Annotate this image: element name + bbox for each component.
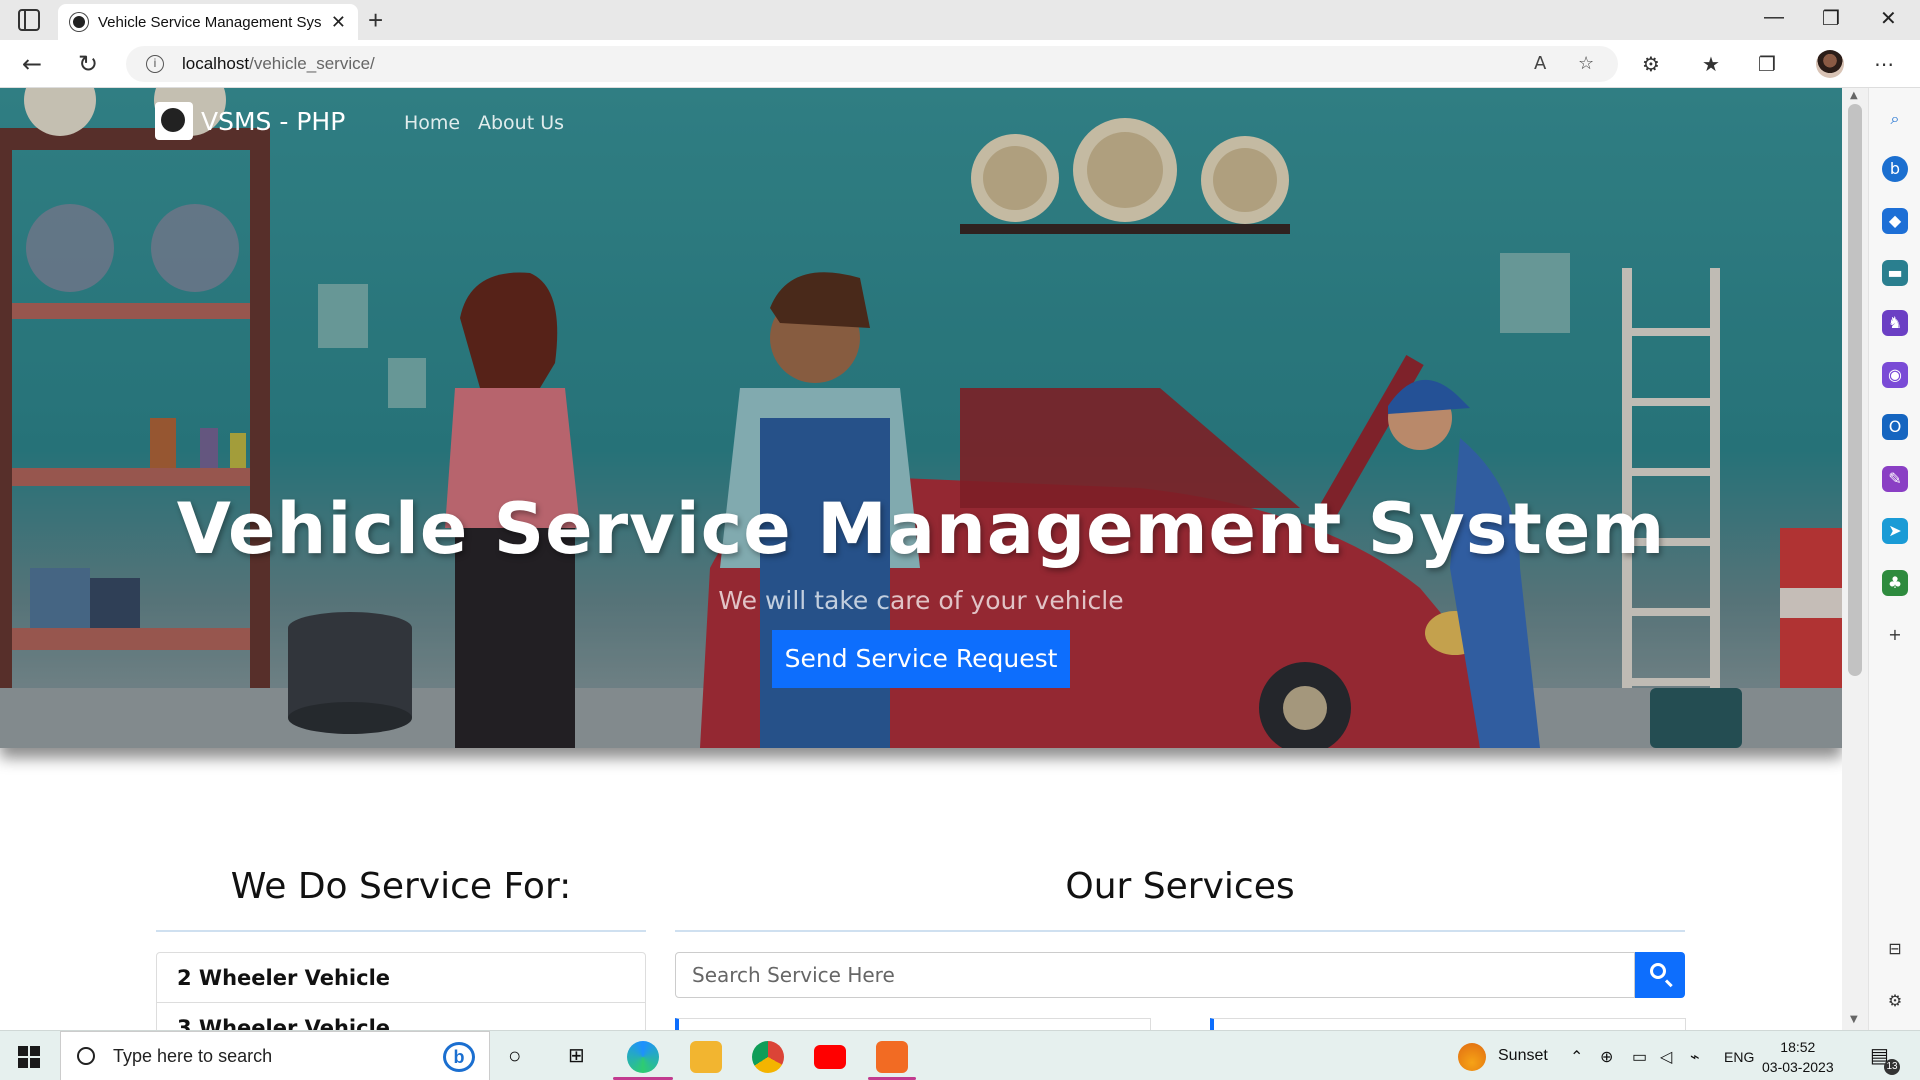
nav-about-link[interactable]: About Us xyxy=(478,112,564,134)
add-favorite-icon[interactable]: ☆ xyxy=(1578,53,1594,74)
outlook-icon[interactable]: O xyxy=(1882,414,1908,440)
settings-gear-icon[interactable]: ⚙ xyxy=(1882,988,1908,1014)
browser-tab-bar: Vehicle Service Management Sys ✕ + — ❐ ✕ xyxy=(0,0,1920,40)
hero-title: Vehicle Service Management System xyxy=(176,488,1666,570)
nav-home-link[interactable]: Home xyxy=(404,112,460,134)
extensions-icon[interactable]: ⚙ xyxy=(1642,52,1660,76)
youtube-app-icon[interactable] xyxy=(814,1045,846,1069)
back-arrow-icon[interactable]: ← xyxy=(22,50,42,78)
browser-toolbar: ← ↻ i localhost /vehicle_service/ A ☆ ⚙ … xyxy=(0,40,1920,88)
brand-name: VSMS - PHP xyxy=(201,106,346,136)
notification-count-badge: 13 xyxy=(1884,1059,1900,1075)
add-icon[interactable]: + xyxy=(1882,622,1908,648)
list-item[interactable]: 2 Wheeler Vehicle xyxy=(157,953,645,1003)
cortana-icon[interactable]: ○ xyxy=(508,1043,521,1069)
service-for-title: We Do Service For: xyxy=(230,866,572,907)
collections-icon[interactable]: ❐ xyxy=(1758,52,1776,76)
weather-sunset-icon[interactable] xyxy=(1458,1043,1486,1071)
section-divider xyxy=(156,930,646,932)
service-card[interactable] xyxy=(675,1018,1151,1030)
split-screen-icon[interactable]: ⊟ xyxy=(1882,936,1908,962)
tree-icon[interactable]: ♣ xyxy=(1882,570,1908,596)
service-search-button[interactable] xyxy=(1635,952,1685,998)
tools-icon[interactable]: ▬ xyxy=(1882,260,1908,286)
tab-title: Vehicle Service Management Sys xyxy=(98,13,321,31)
favorites-icon[interactable]: ★ xyxy=(1702,52,1720,76)
xampp-app-icon[interactable] xyxy=(876,1041,908,1073)
network-icon[interactable]: ⌁ xyxy=(1690,1047,1700,1067)
service-card[interactable] xyxy=(1210,1018,1686,1030)
vehicle-type-list: 2 Wheeler Vehicle 3 Wheeler Vehicle xyxy=(156,952,646,1030)
search-icon[interactable]: ⌕ xyxy=(1882,106,1908,132)
read-aloud-icon[interactable]: A xyxy=(1534,53,1546,74)
url-host: localhost xyxy=(182,54,250,73)
service-search-input[interactable] xyxy=(675,952,1635,998)
section-divider xyxy=(675,930,1685,932)
service-search xyxy=(675,952,1685,998)
shopping-tag-icon[interactable]: ◆ xyxy=(1882,208,1908,234)
windows-start-icon[interactable] xyxy=(18,1046,40,1068)
vsms-logo-icon xyxy=(155,102,193,140)
language-indicator[interactable]: ENG xyxy=(1724,1049,1754,1065)
weather-text[interactable]: Sunset xyxy=(1498,1047,1548,1065)
bing-chat-icon[interactable]: b xyxy=(1882,156,1908,182)
clock-date: 03-03-2023 xyxy=(1762,1059,1834,1075)
globe-icon[interactable]: ⊕ xyxy=(1600,1047,1613,1067)
taskbar-search[interactable]: Type here to search b xyxy=(60,1031,490,1080)
tab-close-icon[interactable]: ✕ xyxy=(331,12,346,33)
file-explorer-icon[interactable] xyxy=(690,1041,722,1073)
maximize-button[interactable]: ❐ xyxy=(1822,6,1840,31)
edge-sidebar: ⌕ b ◆ ▬ ♞ ◉ O ✎ ➤ ♣ + ⊟ ⚙ xyxy=(1868,88,1920,1030)
browser-tab[interactable]: Vehicle Service Management Sys ✕ xyxy=(58,4,358,40)
url-path: /vehicle_service/ xyxy=(249,54,375,73)
window-close-button[interactable]: ✕ xyxy=(1880,6,1897,31)
bing-icon[interactable]: b xyxy=(443,1042,475,1072)
address-bar[interactable]: i localhost /vehicle_service/ A ☆ xyxy=(126,46,1618,82)
hero-banner: VSMS - PHP Home About Us Vehicle Service… xyxy=(0,88,1842,748)
list-item[interactable]: 3 Wheeler Vehicle xyxy=(157,1003,645,1030)
scroll-down-icon[interactable]: ▼ xyxy=(1850,1014,1858,1025)
windows-taskbar: Type here to search b ○ ⊞ Sunset ⌃ ⊕ ▭ ◁… xyxy=(0,1030,1920,1080)
send-service-request-button[interactable]: Send Service Request xyxy=(772,630,1070,688)
search-icon xyxy=(1650,963,1666,979)
page-scrollbar[interactable]: ▲ ▼ xyxy=(1842,88,1868,1030)
edge-app-icon[interactable] xyxy=(627,1041,659,1073)
minimize-button[interactable]: — xyxy=(1764,6,1784,29)
hero-subtitle: We will take care of your vehicle xyxy=(718,586,1124,615)
chrome-app-icon[interactable] xyxy=(752,1041,784,1073)
volume-muted-icon[interactable]: ◁ xyxy=(1660,1047,1672,1067)
taskbar-search-placeholder: Type here to search xyxy=(113,1045,273,1066)
taskbar-clock[interactable]: 18:52 03-03-2023 xyxy=(1762,1037,1834,1077)
scrollbar-thumb[interactable] xyxy=(1848,104,1862,676)
our-services-title: Our Services xyxy=(1065,866,1295,907)
games-icon[interactable]: ♞ xyxy=(1882,310,1908,336)
clock-time: 18:52 xyxy=(1780,1039,1816,1055)
tray-chevron-icon[interactable]: ⌃ xyxy=(1570,1047,1583,1067)
site-brand[interactable]: VSMS - PHP xyxy=(155,102,345,140)
scroll-up-icon[interactable]: ▲ xyxy=(1850,90,1858,101)
profile-avatar[interactable] xyxy=(1816,50,1844,78)
tab-actions-icon[interactable] xyxy=(18,9,40,31)
more-menu-icon[interactable]: ⋯ xyxy=(1874,52,1894,76)
battery-icon[interactable]: ▭ xyxy=(1632,1047,1647,1067)
site-favicon-icon xyxy=(70,13,88,31)
search-icon xyxy=(77,1047,95,1065)
new-tab-button[interactable]: + xyxy=(368,5,383,36)
designer-icon[interactable]: ✎ xyxy=(1882,466,1908,492)
send-icon[interactable]: ➤ xyxy=(1882,518,1908,544)
refresh-icon[interactable]: ↻ xyxy=(78,50,98,78)
microsoft-365-icon[interactable]: ◉ xyxy=(1882,362,1908,388)
task-view-icon[interactable]: ⊞ xyxy=(568,1043,585,1068)
site-info-icon[interactable]: i xyxy=(146,55,164,73)
web-page: VSMS - PHP Home About Us Vehicle Service… xyxy=(0,88,1842,1030)
